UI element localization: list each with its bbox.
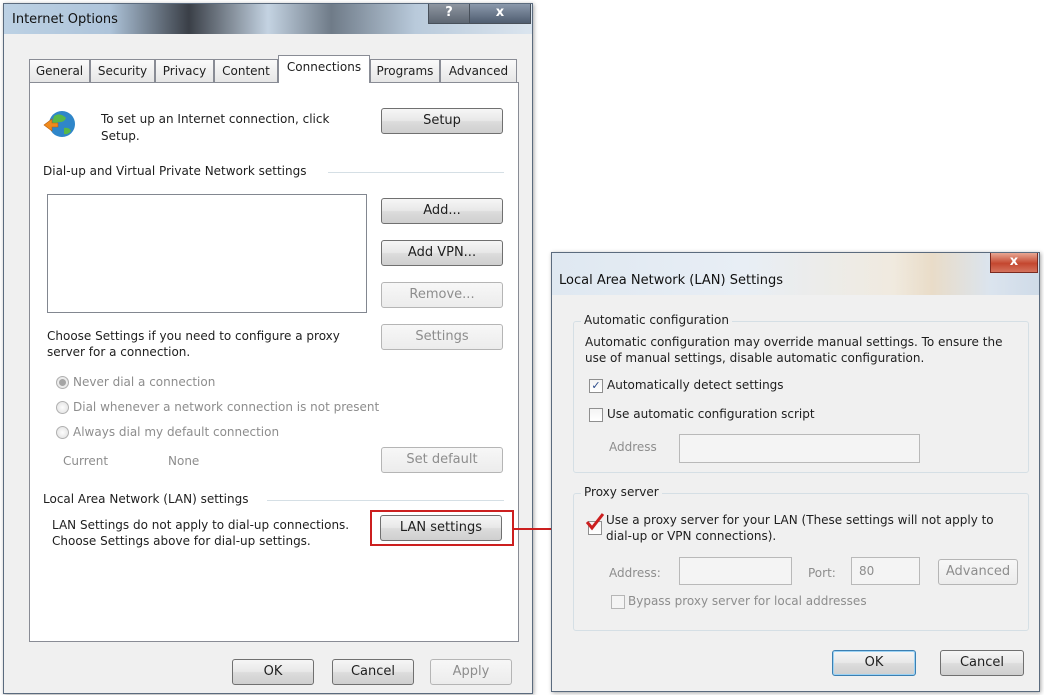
radio-never-dial[interactable] xyxy=(56,376,69,389)
proxy-instruction: Choose Settings if you need to configure… xyxy=(47,329,340,343)
use-script-checkbox[interactable] xyxy=(589,408,603,422)
advanced-button-label: Advanced xyxy=(945,564,1011,579)
add-button-label: Add... xyxy=(423,203,461,218)
current-value: None xyxy=(168,454,200,468)
settings-button[interactable]: Settings xyxy=(381,324,503,350)
lan-cancel-button[interactable]: Cancel xyxy=(940,650,1024,676)
lan-settings-dialog: Local Area Network (LAN) Settings x Auto… xyxy=(551,252,1040,692)
tab-security-label: Security xyxy=(97,64,148,78)
set-default-button[interactable]: Set default xyxy=(381,447,503,473)
lan-dialog-titlebar[interactable]: Local Area Network (LAN) Settings x xyxy=(552,253,1039,295)
tab-connections-label: Connections xyxy=(286,60,362,74)
proxy-server-header: Proxy server xyxy=(581,485,662,499)
radio-always-dial-label: Always dial my default connection xyxy=(73,425,280,439)
globe-icon xyxy=(42,108,78,142)
internet-options-titlebar[interactable]: Internet Options ? x xyxy=(4,4,532,34)
setup-instruction: To set up an Internet connection, click xyxy=(101,112,330,126)
tab-content[interactable]: Content xyxy=(214,59,278,82)
lan-divider xyxy=(267,500,504,501)
auto-detect-checkbox[interactable]: ✓ xyxy=(589,379,603,393)
tab-advanced-label: Advanced xyxy=(448,64,509,78)
add-vpn-button[interactable]: Add VPN... xyxy=(381,240,503,266)
proxy-address-label: Address: xyxy=(609,566,661,580)
use-script-label: Use automatic configuration script xyxy=(607,407,815,421)
apply-button[interactable]: Apply xyxy=(430,659,512,685)
port-label: Port: xyxy=(808,566,836,580)
auto-detect-label: Automatically detect settings xyxy=(607,378,784,392)
tab-privacy-label: Privacy xyxy=(162,64,207,78)
remove-button[interactable]: Remove... xyxy=(381,282,503,308)
tab-privacy[interactable]: Privacy xyxy=(155,59,214,82)
lan-ok-button[interactable]: OK xyxy=(832,650,916,676)
setup-button-label: Setup xyxy=(423,113,461,128)
checkmark-icon xyxy=(585,512,605,532)
lan-instruction-2: Choose Settings above for dial-up settin… xyxy=(52,534,311,548)
tab-general[interactable]: General xyxy=(29,59,90,82)
settings-button-label: Settings xyxy=(415,329,469,344)
tab-connections[interactable]: Connections xyxy=(278,55,370,83)
ok-button-label: OK xyxy=(263,664,283,679)
port-input[interactable]: 80 xyxy=(851,557,920,585)
close-button[interactable]: x xyxy=(469,4,531,24)
port-value: 80 xyxy=(859,564,875,578)
tab-general-label: General xyxy=(35,64,84,78)
apply-button-label: Apply xyxy=(452,664,490,679)
proxy-address-input[interactable] xyxy=(679,557,792,585)
lan-close-button[interactable]: x xyxy=(990,253,1038,273)
use-proxy-label: Use a proxy server for your LAN (These s… xyxy=(606,513,994,527)
auto-config-instruction: Automatic configuration may override man… xyxy=(585,335,1003,349)
current-label: Current xyxy=(63,454,109,468)
auto-config-header: Automatic configuration xyxy=(581,313,732,327)
tab-programs-label: Programs xyxy=(376,64,434,78)
lan-cancel-button-label: Cancel xyxy=(959,655,1005,670)
lan-ok-button-label: OK xyxy=(864,655,884,670)
lan-settings-button[interactable]: LAN settings xyxy=(380,515,502,541)
script-address-label: Address xyxy=(609,440,657,454)
auto-config-instruction-2: use of manual settings, disable automati… xyxy=(585,351,925,365)
help-icon: ? xyxy=(445,5,453,20)
radio-never-dial-label: Never dial a connection xyxy=(73,375,216,389)
tab-programs[interactable]: Programs xyxy=(370,59,440,82)
cancel-button-label: Cancel xyxy=(350,664,396,679)
script-address-input[interactable] xyxy=(679,434,920,463)
radio-dial-whenever[interactable] xyxy=(56,401,69,414)
close-icon: x xyxy=(495,5,505,20)
lan-settings-button-label: LAN settings xyxy=(399,520,483,535)
setup-button[interactable]: Setup xyxy=(381,108,503,134)
advanced-button[interactable]: Advanced xyxy=(938,559,1018,585)
bypass-label: Bypass proxy server for local addresses xyxy=(628,594,867,608)
add-vpn-button-label: Add VPN... xyxy=(407,245,477,260)
window-title: Internet Options xyxy=(12,12,118,27)
lan-instruction: LAN Settings do not apply to dial-up con… xyxy=(52,518,350,532)
radio-always-dial[interactable] xyxy=(56,426,69,439)
close-icon: x xyxy=(1009,254,1019,269)
dialup-divider xyxy=(328,172,504,173)
set-default-button-label: Set default xyxy=(406,452,478,467)
add-button[interactable]: Add... xyxy=(381,198,503,224)
bypass-checkbox[interactable] xyxy=(611,595,625,609)
setup-instruction-2: Setup. xyxy=(101,129,140,143)
tab-security[interactable]: Security xyxy=(90,59,155,82)
ok-button[interactable]: OK xyxy=(232,659,314,685)
internet-options-window: Internet Options ? x General Security Pr… xyxy=(3,3,533,694)
tab-advanced[interactable]: Advanced xyxy=(440,59,517,82)
radio-dial-whenever-label: Dial whenever a network connection is no… xyxy=(73,400,380,414)
cancel-button[interactable]: Cancel xyxy=(332,659,414,685)
remove-button-label: Remove... xyxy=(409,287,475,302)
help-button[interactable]: ? xyxy=(428,4,470,24)
dialup-section-header: Dial-up and Virtual Private Network sett… xyxy=(43,164,307,178)
use-proxy-label-2: dial-up or VPN connections). xyxy=(606,529,777,543)
proxy-instruction-2: server for a connection. xyxy=(47,345,191,359)
lan-section-header: Local Area Network (LAN) settings xyxy=(43,492,249,506)
tab-content-label: Content xyxy=(222,64,270,78)
connection-list[interactable] xyxy=(47,194,367,313)
lan-dialog-title: Local Area Network (LAN) Settings xyxy=(559,273,784,288)
